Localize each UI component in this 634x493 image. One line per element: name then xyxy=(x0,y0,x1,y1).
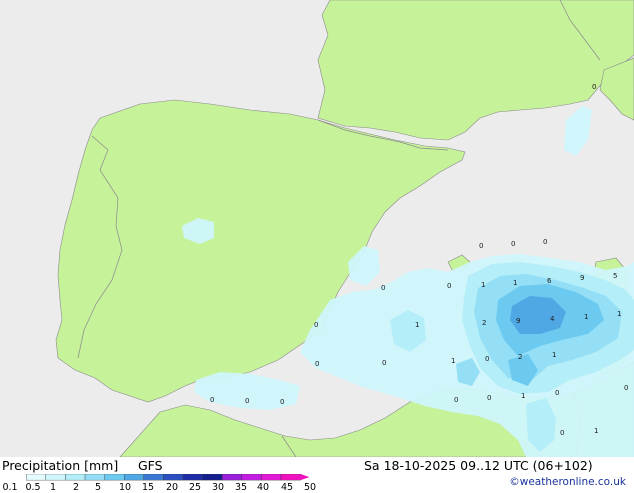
legend-tick-label: 35 xyxy=(234,482,248,493)
precip-point-label: 0 xyxy=(487,394,491,402)
precip-point-label: 5 xyxy=(613,272,617,280)
precip-point-label: 0 xyxy=(560,429,564,437)
precip-point-label: 0 xyxy=(543,238,547,246)
precip-point-label: 0 xyxy=(447,282,451,290)
precip-point-label: 1 xyxy=(584,313,588,321)
legend-swatch xyxy=(124,474,145,481)
legend-swatch xyxy=(280,474,301,481)
legend-tick-label: 40 xyxy=(256,482,270,493)
legend-tick-label: 50 xyxy=(303,482,317,493)
precip-point-label: 1 xyxy=(521,392,525,400)
legend-tick-label: 45 xyxy=(280,482,294,493)
precip-point-label: 0 xyxy=(245,397,249,405)
legend-tick-label: 0.5 xyxy=(25,482,41,493)
legend-tick-label: 20 xyxy=(165,482,179,493)
legend-swatch xyxy=(261,474,282,481)
precip-point-label: 6 xyxy=(547,277,552,285)
precip-point-label: 0 xyxy=(280,398,284,406)
legend-tick-label: 30 xyxy=(211,482,225,493)
precip-point-label: 1 xyxy=(415,321,419,329)
precip-point-label: 9 xyxy=(580,274,584,282)
legend-swatch xyxy=(26,474,47,481)
model-name: GFS xyxy=(138,458,163,473)
precip-point-label: 0 xyxy=(210,396,214,404)
precip-point-label: 2 xyxy=(482,319,486,327)
legend-tick-label: 0.1 xyxy=(2,482,18,493)
precip-point-label: 0 xyxy=(511,240,515,248)
precip-point-label: 0 xyxy=(485,355,489,363)
legend-tick-label: 5 xyxy=(94,482,102,493)
precip-point-label: 0 xyxy=(592,83,596,91)
precip-point-label: 0 xyxy=(381,284,385,292)
valid-datetime: Sa 18-10-2025 09..12 UTC (06+102) xyxy=(364,458,593,473)
precip-point-label: 2 xyxy=(518,353,522,361)
legend-swatch xyxy=(202,474,223,481)
map-widget: 0 0 0 0 0 0 1 1 6 9 5 1 2 9 4 1 1 0 1 0 … xyxy=(0,0,634,493)
precipitation-map: 0 0 0 0 0 0 1 1 6 9 5 1 2 9 4 1 1 0 1 0 … xyxy=(0,0,634,457)
precip-point-label: 0 xyxy=(479,242,483,250)
legend-title: Precipitation [mm] xyxy=(2,458,119,473)
precip-point-label: 1 xyxy=(481,281,485,289)
precip-point-label: 0 xyxy=(314,321,318,329)
legend-swatch xyxy=(182,474,203,481)
precip-point-label: 0 xyxy=(555,389,559,397)
precip-point-label: 4 xyxy=(550,315,555,323)
legend-swatch xyxy=(222,474,243,481)
legend-tick-label: 10 xyxy=(118,482,132,493)
legend-swatch xyxy=(163,474,184,481)
precip-point-label: 0 xyxy=(315,360,319,368)
legend-swatch xyxy=(45,474,66,481)
precip-point-label: 1 xyxy=(451,357,455,365)
legend-tick-label: 25 xyxy=(188,482,202,493)
precip-point-label: 9 xyxy=(516,317,520,325)
legend-tick-label: 1 xyxy=(49,482,57,493)
precip-point-label: 0 xyxy=(454,396,458,404)
precip-point-label: 1 xyxy=(617,310,621,318)
credit-link[interactable]: ©weatheronline.co.uk xyxy=(509,476,626,488)
legend-arrow xyxy=(300,474,310,481)
precip-point-label: 1 xyxy=(513,279,517,287)
legend-tick-label: 15 xyxy=(141,482,155,493)
precip-point-label: 0 xyxy=(624,384,628,392)
legend-swatch xyxy=(241,474,262,481)
color-legend-bar xyxy=(26,474,310,481)
legend-tick-label: 2 xyxy=(72,482,80,493)
legend-swatch xyxy=(65,474,86,481)
legend-swatch xyxy=(104,474,125,481)
precip-point-label: 0 xyxy=(382,359,386,367)
precip-point-label: 1 xyxy=(594,427,598,435)
legend-swatch xyxy=(143,474,164,481)
precip-point-label: 1 xyxy=(552,351,556,359)
legend-swatch xyxy=(84,474,105,481)
